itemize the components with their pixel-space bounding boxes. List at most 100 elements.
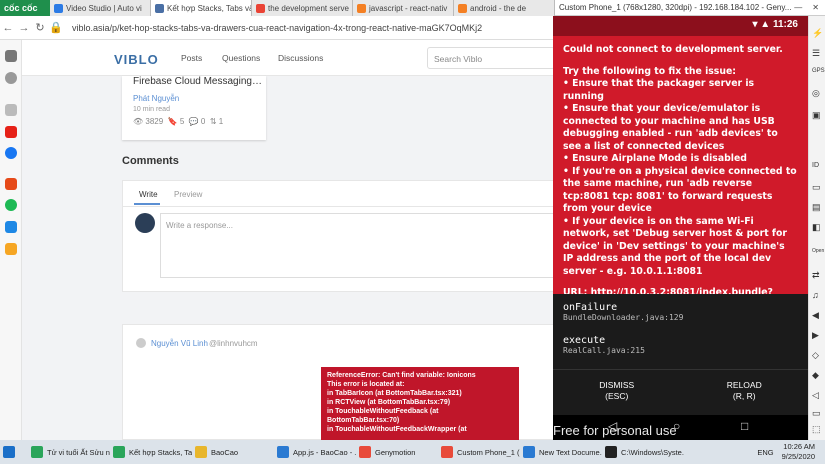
gps-icon[interactable]: GPS <box>812 68 825 74</box>
url-field[interactable]: viblo.asia/p/ket-hop-stacks-tabs-va-draw… <box>72 23 482 33</box>
dismiss-button[interactable]: DISMISS (ESC) <box>553 370 681 415</box>
power-icon[interactable]: ⚡ <box>812 28 823 39</box>
taskbar-label: Kết hợp Stacks, Ta... <box>129 447 192 457</box>
menu-icon[interactable]: ⬚ <box>812 424 821 435</box>
stack-trace: onFailure BundleDownloader.java:129 exec… <box>553 294 808 369</box>
dismiss-key: (ESC) <box>605 391 629 401</box>
nav-questions[interactable]: Questions <box>222 53 260 63</box>
stack-function: execute <box>563 335 606 346</box>
search-input[interactable]: Search Viblo <box>427 47 555 69</box>
error-title: Could not connect to development server. <box>563 44 783 55</box>
tab-title: android - the de <box>470 3 527 13</box>
browser-tab-active[interactable]: Kết hợp Stacks, Tabs và <box>151 0 252 16</box>
views-count: 👁 3829 <box>133 117 164 126</box>
viblo-header: VIBLO Posts Questions Discussions Search… <box>22 40 555 76</box>
shopping-icon[interactable] <box>5 178 17 190</box>
volume-up-icon[interactable]: ♫ <box>812 290 819 300</box>
close-icon[interactable]: ✕ <box>812 3 819 12</box>
recents-nav-icon[interactable]: □ <box>741 419 748 433</box>
post-stats: 👁 3829 🔖 5 💬 0 ⇅ 1 <box>133 117 223 126</box>
start-button[interactable] <box>0 440 28 464</box>
error-line: in TouchableWithoutFeedbackWrapper (at <box>327 426 467 433</box>
reload-icon[interactable]: ↻ <box>32 21 48 34</box>
tab-preview[interactable]: Preview <box>174 190 202 199</box>
vscode-icon <box>277 446 289 458</box>
language-indicator[interactable]: ENG <box>757 448 773 457</box>
taskbar-label: App.js - BaoCao - ... <box>293 447 356 457</box>
redbox-error: Could not connect to development server.… <box>553 36 808 311</box>
divider <box>123 206 556 207</box>
clock-time: 10:26 AM <box>783 442 815 451</box>
android-status-bar: ▾ ▲ 11:26 <box>553 16 808 36</box>
minimize-icon[interactable]: — <box>794 3 802 12</box>
browser-tab[interactable]: Video Studio | Auto vi <box>50 0 151 16</box>
tab-title: Kết hợp Stacks, Tabs và <box>167 3 252 13</box>
stack-file: BundleDownloader.java:129 <box>563 313 684 322</box>
browser-logo: cốc cốc <box>4 3 38 13</box>
zalo-icon[interactable] <box>5 221 17 233</box>
comments-heading: Comments <box>122 155 179 167</box>
scale-icon[interactable]: ◇ <box>812 350 819 361</box>
redbox-buttons: DISMISS (ESC) RELOAD (R, R) <box>553 369 808 415</box>
id-icon[interactable]: ID <box>812 162 819 169</box>
tab-title: the development serve <box>268 3 349 13</box>
error-line: • Ensure Airplane Mode is disabled <box>563 153 747 164</box>
windows-taskbar: Tử vi tuổi Ất Sửu n... Kết hợp Stacks, T… <box>0 440 825 464</box>
taskbar-item[interactable]: Kết hợp Stacks, Ta... <box>110 440 192 464</box>
tab-write[interactable]: Write <box>139 190 158 199</box>
network-icon[interactable]: ◧ <box>812 222 821 233</box>
nav-posts[interactable]: Posts <box>181 53 202 63</box>
youtube-icon[interactable] <box>5 126 17 138</box>
browser-tab[interactable]: javascript - react-nativ <box>353 0 454 16</box>
facebook-icon[interactable] <box>5 147 17 159</box>
back-icon[interactable]: ◁ <box>812 390 819 401</box>
game-icon[interactable] <box>5 243 17 255</box>
history-icon[interactable] <box>5 72 17 84</box>
browser-tab[interactable]: the development serve <box>252 0 353 16</box>
google-icon <box>256 3 265 13</box>
taskbar-item[interactable]: Custom Phone_1 (... <box>438 440 520 464</box>
settings-icon[interactable] <box>5 50 17 62</box>
error-line: • Ensure that your device/emulator is co… <box>563 103 778 152</box>
system-clock[interactable]: 10:26 AM 9/25/2020 <box>782 442 825 462</box>
capture-icon[interactable]: ▣ <box>812 110 821 121</box>
error-line: • If your device is on the same Wi-Fi ne… <box>563 215 787 277</box>
coccoc-icon <box>31 446 43 458</box>
rotate-icon[interactable]: ⇄ <box>812 270 820 281</box>
dismiss-label: DISMISS <box>599 380 635 390</box>
lock-icon: 🔒 <box>49 22 63 34</box>
browser-tab[interactable]: android - the de <box>454 0 555 16</box>
related-post-card[interactable]: Firebase Cloud Messaging… Phát Nguyễn 10… <box>122 76 266 140</box>
comment-author[interactable]: Nguyễn Vũ Linh <box>151 339 208 348</box>
next-icon[interactable]: ▶ <box>812 330 819 341</box>
taskbar-item[interactable]: C:\Windows\Syste... <box>602 440 684 464</box>
opengapps-icon[interactable]: Open <box>812 248 824 254</box>
volume-down-icon[interactable]: ◀ <box>812 310 819 321</box>
comment-input[interactable]: Write a response... <box>160 213 556 278</box>
camera-icon[interactable]: ◎ <box>812 88 820 99</box>
taskbar-item[interactable]: Tử vi tuổi Ất Sửu n... <box>28 440 110 464</box>
back-icon[interactable]: ← <box>0 22 16 34</box>
reload-button[interactable]: RELOAD (R, R) <box>681 370 809 415</box>
recents-icon[interactable]: ▭ <box>812 408 821 419</box>
taskbar-item[interactable]: Genymotion <box>356 440 438 464</box>
pixel-icon[interactable]: ◆ <box>812 370 819 381</box>
stackoverflow-icon <box>357 3 366 13</box>
notepad-icon <box>523 446 535 458</box>
add-icon[interactable] <box>5 104 17 116</box>
taskbar-item[interactable]: BaoCao <box>192 440 274 464</box>
spotify-icon[interactable] <box>5 199 17 211</box>
taskbar-item[interactable]: New Text Docume... <box>520 440 602 464</box>
forward-icon[interactable]: → <box>16 22 32 34</box>
post-title[interactable]: Firebase Cloud Messaging… <box>133 76 262 87</box>
disk-icon[interactable]: ▤ <box>812 202 821 213</box>
windows-icon <box>3 446 15 458</box>
nav-discussions[interactable]: Discussions <box>278 53 323 63</box>
browser-sidebar <box>0 40 22 440</box>
battery-icon[interactable]: ☰ <box>812 48 820 59</box>
viblo-logo[interactable]: VIBLO <box>114 52 159 67</box>
sms-icon[interactable]: ▭ <box>812 182 821 193</box>
error-line: in TouchableWithoutFeedback (at <box>327 408 439 415</box>
taskbar-item[interactable]: App.js - BaoCao - ... <box>274 440 356 464</box>
post-author[interactable]: Phát Nguyễn <box>133 94 179 103</box>
